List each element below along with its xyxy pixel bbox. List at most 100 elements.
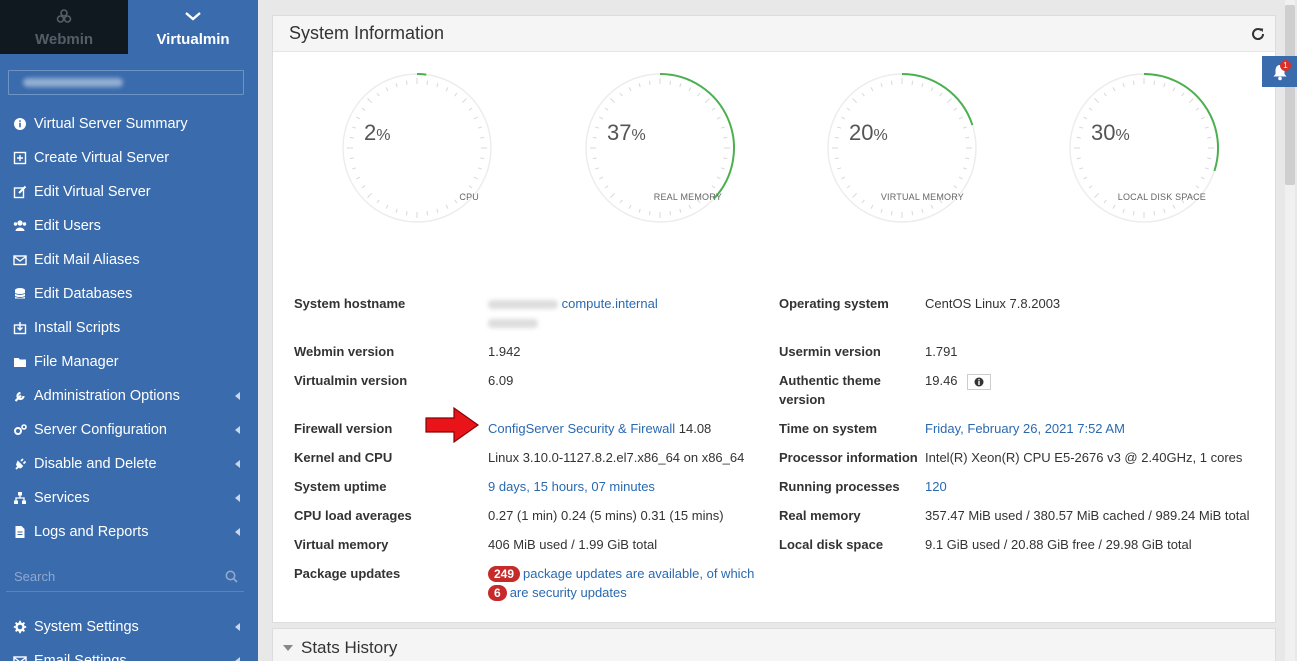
- sidebar-item-email-settings[interactable]: Email Settings: [0, 644, 258, 661]
- envelope-icon: [12, 253, 27, 267]
- sidebar-item-label: Edit Databases: [34, 286, 133, 302]
- sidebar-item-virtual-server-summary[interactable]: Virtual Server Summary: [0, 107, 258, 141]
- gauge-local-disk-space: 30% LOCAL DISK SPACE: [1064, 68, 1224, 228]
- envelope-icon: [12, 654, 27, 661]
- cogs-icon: [12, 423, 27, 437]
- gauge-percentage: 20%: [849, 120, 888, 146]
- sidebar-item-install-scripts[interactable]: Install Scripts: [0, 311, 258, 345]
- time-value[interactable]: Friday, February 26, 2021 7:52 AM: [925, 419, 1125, 438]
- gauge-unit: %: [1115, 127, 1130, 144]
- security-count-badge: 6: [488, 585, 507, 601]
- gauge-label: LOCAL DISK SPACE: [1117, 192, 1206, 202]
- usermin-version-label: Usermin version: [779, 344, 881, 359]
- hostname-link[interactable]: compute.internal: [562, 296, 658, 311]
- sidebar-item-label: System Settings: [34, 619, 139, 635]
- sidebar-item-edit-databases[interactable]: Edit Databases: [0, 277, 258, 311]
- gauge-value-arc: [659, 73, 735, 200]
- file-icon: [12, 525, 27, 539]
- folder-icon: [12, 355, 27, 369]
- package-count-badge: 249: [488, 566, 521, 582]
- gauge-real-memory: 37% REAL MEMORY: [580, 68, 740, 228]
- sidebar-menu: Virtual Server Summary Create Virtual Ser…: [0, 107, 258, 549]
- theme-version-number: 19.46: [925, 373, 958, 388]
- gauge-label: VIRTUAL MEMORY: [880, 192, 964, 202]
- gauge-value: 30: [1091, 120, 1116, 145]
- package-updates-label: Package updates: [294, 566, 401, 581]
- sidebar: Webmin Virtualmin Virtual Server Summary…: [0, 0, 258, 661]
- scrollbar[interactable]: [1285, 0, 1295, 661]
- gauge-cpu: 2% CPU: [337, 68, 497, 228]
- edit-icon: [12, 185, 27, 199]
- security-updates-link[interactable]: are security updates: [510, 585, 627, 600]
- theme-version-label: Authentic theme version: [779, 371, 881, 409]
- domain-select[interactable]: [8, 70, 244, 95]
- virtual-memory-value: 406 MiB used / 1.99 GiB total: [488, 537, 658, 552]
- sidebar-item-label: Logs and Reports: [34, 524, 149, 540]
- sidebar-item-label: Edit Users: [34, 218, 101, 234]
- gauge-value: 2: [364, 120, 377, 145]
- notification-count-badge: 1: [1280, 60, 1291, 71]
- virtualmin-tab[interactable]: Virtualmin: [128, 0, 258, 54]
- sidebar-item-disable-and-delete[interactable]: Disable and Delete: [0, 447, 258, 481]
- caret-left-icon: [235, 528, 240, 536]
- sidebar-item-server-configuration[interactable]: Server Configuration: [0, 413, 258, 447]
- sidebar-item-label: Administration Options: [34, 388, 180, 404]
- firewall-version-number: 14.08: [678, 421, 712, 436]
- hostname-redacted-ip: [488, 319, 538, 329]
- real-memory-value: 357.47 MiB used / 380.57 MiB cached / 98…: [925, 508, 1250, 523]
- processes-label: Running processes: [779, 479, 900, 494]
- gauge-value-arc: [1143, 73, 1219, 172]
- virtualmin-version-label: Virtualmin version: [294, 373, 408, 388]
- load-value: 0.27 (1 min) 0.24 (5 mins) 0.31 (15 mins…: [488, 508, 724, 523]
- disk-space-value: 9.1 GiB used / 20.88 GiB free / 29.98 Gi…: [925, 537, 1192, 552]
- webmin-version-label: Webmin version: [294, 344, 395, 359]
- os-label: Operating system: [779, 296, 889, 311]
- processes-value[interactable]: 120: [925, 477, 947, 496]
- webmin-logo-icon: [56, 7, 72, 25]
- sidebar-item-edit-mail-aliases[interactable]: Edit Mail Aliases: [0, 243, 258, 277]
- uptime-value[interactable]: 9 days, 15 hours, 07 minutes: [488, 477, 655, 496]
- load-label: CPU load averages: [294, 508, 412, 523]
- sidebar-item-label: Disable and Delete: [34, 456, 157, 472]
- sidebar-item-file-manager[interactable]: File Manager: [0, 345, 258, 379]
- time-label: Time on system: [779, 421, 878, 436]
- virtualmin-version-value: 6.09: [488, 373, 514, 388]
- package-updates-link[interactable]: package updates are available, of which: [523, 566, 754, 581]
- usermin-version-value: 1.791: [925, 344, 958, 359]
- sidebar-search-input[interactable]: [14, 569, 204, 584]
- gauge-value: 37: [607, 120, 632, 145]
- sitemap-icon: [12, 491, 27, 505]
- refresh-icon[interactable]: [1249, 25, 1267, 43]
- caret-left-icon: [235, 623, 240, 631]
- gauge-value: 20: [849, 120, 874, 145]
- webmin-tab-label: Webmin: [34, 31, 94, 48]
- scrollbar-thumb[interactable]: [1285, 5, 1295, 185]
- caret-left-icon: [235, 426, 240, 434]
- chevron-down-icon: [184, 7, 202, 25]
- sidebar-item-label: Services: [34, 490, 90, 506]
- webmin-tab[interactable]: Webmin: [0, 0, 128, 54]
- gauge-value-arc: [416, 73, 427, 76]
- plus-square-icon: [12, 151, 27, 165]
- hostname-label: System hostname: [294, 296, 406, 311]
- sidebar-item-services[interactable]: Services: [0, 481, 258, 515]
- plug-icon: [12, 457, 27, 471]
- sidebar-item-edit-users[interactable]: Edit Users: [0, 209, 258, 243]
- search-icon[interactable]: [225, 570, 238, 588]
- theme-info-button[interactable]: [967, 373, 992, 390]
- sidebar-item-label: Install Scripts: [34, 320, 121, 336]
- sidebar-item-create-virtual-server[interactable]: Create Virtual Server: [0, 141, 258, 175]
- firewall-link[interactable]: ConfigServer Security & Firewall: [488, 421, 675, 436]
- notifications-button[interactable]: 1: [1262, 56, 1297, 87]
- stats-history-panel[interactable]: Stats History: [272, 628, 1276, 661]
- gauge-unit: %: [376, 127, 391, 144]
- wrench-icon: [12, 389, 27, 403]
- sidebar-item-system-settings[interactable]: System Settings: [0, 610, 258, 644]
- sidebar-item-administration-options[interactable]: Administration Options: [0, 379, 258, 413]
- sidebar-item-label: Edit Mail Aliases: [34, 252, 140, 268]
- sidebar-item-logs-and-reports[interactable]: Logs and Reports: [0, 515, 258, 549]
- info-circle-icon: [974, 377, 984, 387]
- sidebar-item-edit-virtual-server[interactable]: Edit Virtual Server: [0, 175, 258, 209]
- sidebar-item-label: File Manager: [34, 354, 119, 370]
- processor-label: Processor information: [779, 450, 918, 465]
